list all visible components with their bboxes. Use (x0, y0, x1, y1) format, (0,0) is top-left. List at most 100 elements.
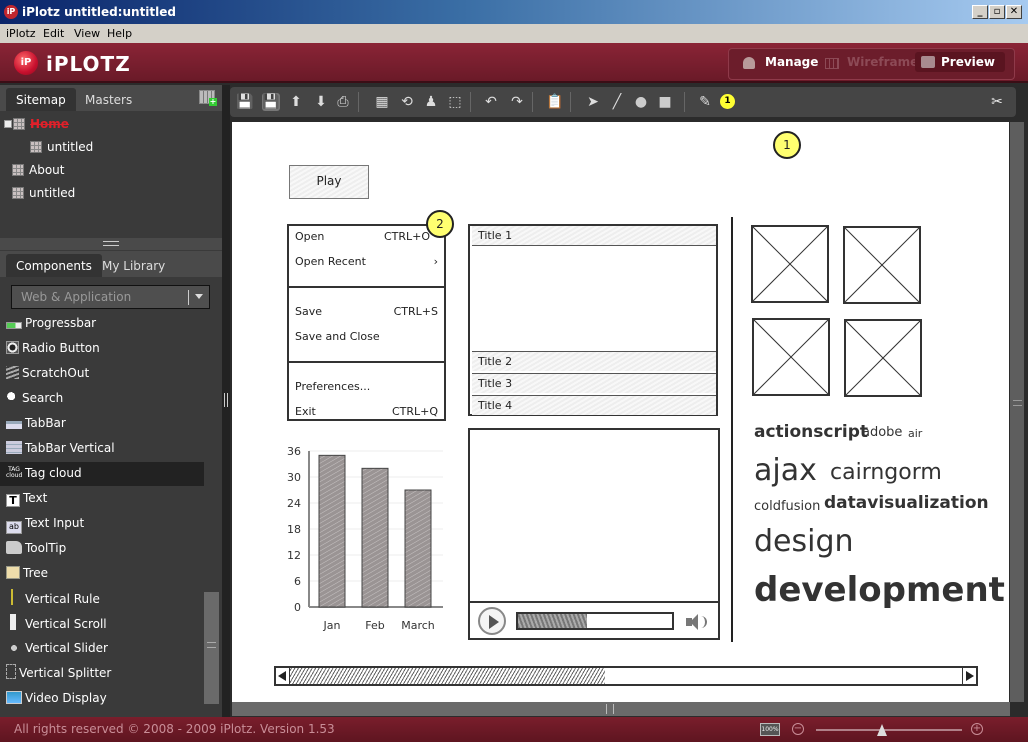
tag-development[interactable]: development (754, 570, 1005, 610)
canvas-horizontal-scrollbar[interactable] (232, 702, 1010, 716)
paste-icon[interactable]: 📋 (546, 93, 564, 111)
bar-jan (318, 454, 346, 608)
volume-icon[interactable] (686, 614, 708, 630)
chevron-down-icon (195, 294, 203, 299)
accordion-header-title-3[interactable]: Title 3 (472, 373, 716, 393)
component-item-search[interactable]: Search (0, 387, 204, 411)
close-button[interactable]: ✕ (1006, 5, 1022, 19)
print-icon[interactable]: ⎙ (334, 93, 352, 111)
rectangle-icon[interactable]: ■ (656, 93, 674, 111)
download-icon[interactable]: ⬇ (312, 93, 330, 111)
mode-preview[interactable]: Preview (915, 52, 1006, 72)
tag-coldfusion[interactable]: coldfusion (754, 499, 820, 514)
mode-manage[interactable]: Manage (743, 55, 818, 69)
tag-design[interactable]: design (754, 524, 854, 559)
component-item-text[interactable]: T Text (0, 487, 204, 511)
scroll-left-arrow-icon[interactable] (276, 668, 290, 684)
menu-item-open-recent[interactable]: Open Recent (295, 255, 366, 268)
menu-item-save[interactable]: Save (295, 305, 322, 318)
video-progress-bar[interactable] (516, 612, 674, 630)
play-icon[interactable] (478, 607, 506, 635)
zoom-slider-track[interactable] (816, 729, 962, 731)
panel-vertical-splitter[interactable] (222, 85, 230, 717)
tag-cairngorm[interactable]: cairngorm (830, 460, 942, 485)
zoom-slider-thumb[interactable] (876, 724, 887, 736)
add-page-icon[interactable]: + (199, 90, 217, 106)
component-item-vertical-slider[interactable]: Vertical Slider (0, 637, 204, 661)
component-item-progressbar[interactable]: Progressbar (0, 312, 204, 336)
scroll-right-arrow-icon[interactable] (962, 668, 976, 684)
component-item-tabbar[interactable]: TabBar (0, 412, 204, 436)
upload-icon[interactable]: ⬆ (287, 93, 305, 111)
notes-icon[interactable]: ✎ (696, 93, 714, 111)
tree-item-untitled[interactable]: untitled (12, 186, 75, 200)
save-version-icon[interactable]: 💾 (262, 93, 280, 111)
scroll-thumb[interactable] (290, 668, 605, 684)
component-item-vertical-scroll[interactable]: Vertical Scroll (0, 612, 204, 636)
history-icon[interactable]: ⟲ (398, 93, 416, 111)
tab-my-library[interactable]: My Library (92, 254, 175, 277)
menu-item-save-and-close[interactable]: Save and Close (295, 330, 380, 343)
canvas-vertical-scrollbar[interactable] (1010, 122, 1024, 702)
component-item-tree[interactable]: Tree (0, 562, 204, 586)
component-item-tabbar-vertical[interactable]: TabBar Vertical (0, 437, 204, 461)
menu-item-preferences[interactable]: Preferences... (295, 380, 370, 393)
component-item-tooltip[interactable]: ToolTip (0, 537, 204, 561)
tree-item-untitled-child[interactable]: untitled (30, 140, 93, 154)
component-item-vertical-splitter[interactable]: Vertical Splitter (0, 662, 204, 686)
tag-ajax[interactable]: ajax (754, 453, 817, 488)
component-item-vertical-rule[interactable]: Vertical Rule (0, 587, 204, 611)
tree-item-home[interactable]: Home (4, 117, 69, 131)
component-item-video-display[interactable]: Video Display (0, 687, 204, 711)
accordion-header-title-2[interactable]: Title 2 (472, 351, 716, 371)
tag-actionscript[interactable]: actionscript (754, 422, 868, 442)
component-item-tag-cloud[interactable]: TAG cloud Tag cloud (0, 462, 204, 486)
selection-icon[interactable]: ⬚ (446, 93, 464, 111)
component-item-radio-button[interactable]: Radio Button (0, 337, 204, 361)
collapse-icon[interactable] (4, 120, 12, 128)
menu-iplotz[interactable]: iPlotz (6, 27, 36, 40)
zoom-in-icon[interactable]: + (971, 723, 983, 735)
tag-air[interactable]: air (908, 427, 922, 440)
restore-button[interactable]: ▫ (989, 5, 1005, 19)
menu-view[interactable]: View (74, 27, 100, 40)
zoom-out-icon[interactable]: − (792, 723, 804, 735)
panel-splitter[interactable] (0, 238, 222, 250)
tag-datavisualization[interactable]: datavisualization (824, 493, 989, 513)
play-button[interactable]: Play (289, 165, 369, 199)
component-item-text-input[interactable]: ab Text Input (0, 512, 204, 536)
comment-icon (921, 56, 935, 68)
menu-item-exit[interactable]: Exit (295, 405, 316, 418)
tab-components[interactable]: Components (6, 254, 102, 277)
tag-adobe[interactable]: adobe (862, 425, 902, 440)
tab-sitemap[interactable]: Sitemap (6, 88, 76, 111)
line-icon[interactable]: ╱ (608, 93, 626, 111)
grid-icon[interactable]: ▦ (373, 93, 391, 111)
tools-icon[interactable]: ✂ (988, 93, 1006, 111)
save-icon[interactable]: 💾 (236, 93, 254, 111)
horizontal-scrollbar-component[interactable] (274, 666, 978, 686)
notes-count-badge[interactable]: 1 (720, 94, 735, 109)
y-tick-label: 24 (287, 497, 301, 510)
window-title: iPlotz untitled:untitled (22, 5, 176, 19)
tab-masters[interactable]: Masters (75, 88, 142, 111)
minimize-button[interactable]: _ (972, 5, 988, 19)
redo-icon[interactable]: ↷ (508, 93, 526, 111)
annotation-badge[interactable]: 1 (773, 131, 801, 159)
text-icon: T (6, 494, 20, 507)
component-list-scrollbar[interactable] (204, 592, 219, 704)
user-move-icon[interactable]: ♟ (422, 93, 440, 111)
tree-item-about[interactable]: About (12, 163, 64, 177)
component-item-scratchout[interactable]: ScratchOut (0, 362, 204, 386)
accordion-header-title-1[interactable]: Title 1 (472, 226, 716, 246)
menu-item-open[interactable]: Open (295, 230, 324, 243)
circle-icon[interactable]: ● (632, 93, 650, 111)
pointer-icon[interactable]: ➤ (584, 93, 602, 111)
category-select[interactable]: Web & Application (11, 285, 210, 309)
accordion-header-title-4[interactable]: Title 4 (472, 395, 716, 415)
undo-icon[interactable]: ↶ (482, 93, 500, 111)
annotation-badge[interactable]: 2 (426, 210, 454, 238)
menu-help[interactable]: Help (107, 27, 132, 40)
actual-size-button[interactable]: 100% (760, 723, 780, 736)
menu-edit[interactable]: Edit (43, 27, 64, 40)
